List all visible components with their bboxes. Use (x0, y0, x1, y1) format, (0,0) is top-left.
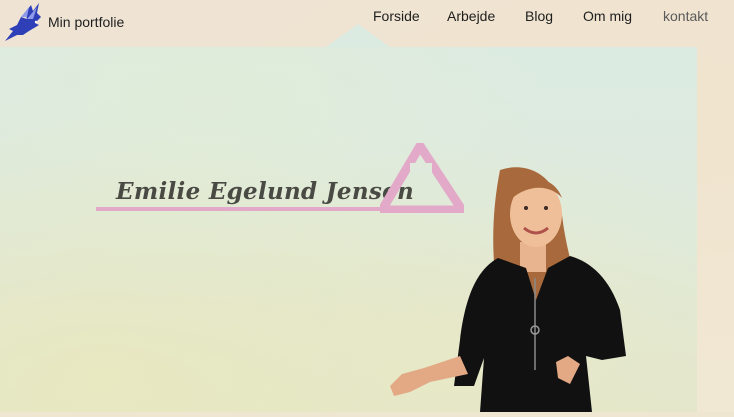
nav-item-blog[interactable]: Blog (525, 8, 553, 24)
site-brand[interactable]: Min portfolie (48, 14, 124, 30)
portrait-photo (380, 160, 630, 412)
site-header: Min portfolie Forside Arbejde Blog Om mi… (0, 0, 734, 47)
hero-name: Emilie Egelund Jensen (116, 178, 415, 205)
bird-icon[interactable] (3, 1, 45, 43)
nav-item-om-mig[interactable]: Om mig (583, 8, 632, 24)
nav-item-forside[interactable]: Forside (373, 8, 420, 24)
nav-item-arbejde[interactable]: Arbejde (447, 8, 495, 24)
nav-item-kontakt[interactable]: kontakt (663, 8, 708, 24)
